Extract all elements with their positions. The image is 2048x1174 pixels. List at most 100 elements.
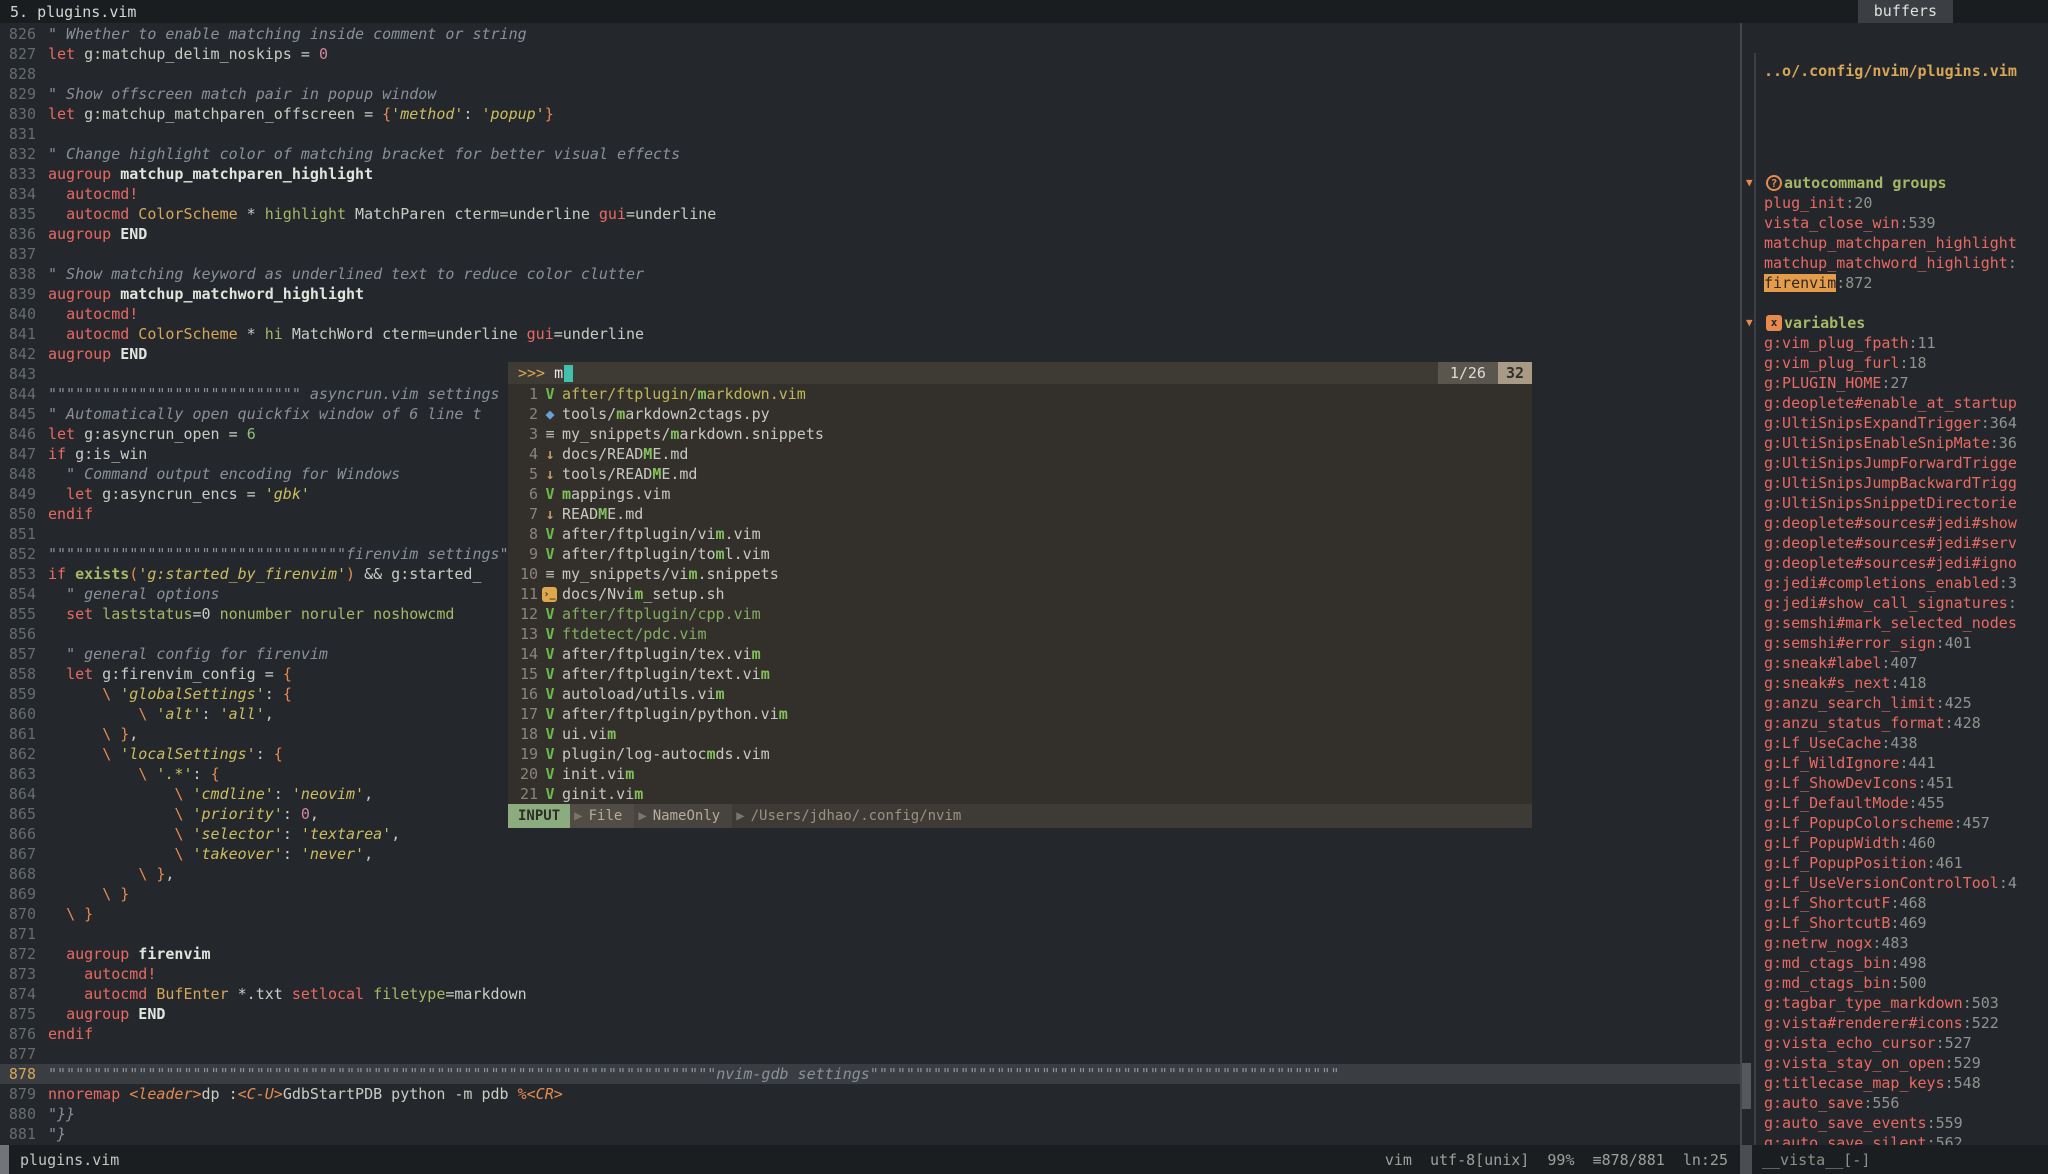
code-line[interactable]: 836augroup END bbox=[0, 224, 1740, 244]
tab-current-buffer[interactable]: 5. plugins.vim bbox=[0, 3, 1858, 21]
vista-item[interactable]: g:Lf_UseCache:438 bbox=[1764, 733, 2048, 753]
vista-item[interactable]: g:Lf_PopupWidth:460 bbox=[1764, 833, 2048, 853]
vista-item[interactable]: g:md_ctags_bin:498 bbox=[1764, 953, 2048, 973]
search-input[interactable]: m bbox=[545, 364, 563, 382]
vista-item[interactable]: g:UltiSnipsJumpBackwardTrigg bbox=[1764, 473, 2048, 493]
vista-sidebar[interactable]: ..o/.config/nvim/plugins.vim ▼?autocomma… bbox=[1740, 23, 2048, 1145]
vista-item[interactable]: g:vim_plug_furl:18 bbox=[1764, 353, 2048, 373]
vista-item[interactable]: g:UltiSnipsJumpForwardTrigge bbox=[1764, 453, 2048, 473]
vista-item[interactable]: g:deoplete#sources#jedi#serv bbox=[1764, 533, 2048, 553]
code-line[interactable]: 870 \ } bbox=[0, 904, 1740, 924]
vista-item[interactable]: g:vim_plug_fpath:11 bbox=[1764, 333, 2048, 353]
popup-file-row[interactable]: 11›_docs/Nvim_setup.sh bbox=[508, 584, 1532, 604]
popup-file-row[interactable]: 13Vftdetect/pdc.vim bbox=[508, 624, 1532, 644]
popup-file-row[interactable]: 14Vafter/ftplugin/tex.vim bbox=[508, 644, 1532, 664]
popup-file-row[interactable]: 3≡my_snippets/markdown.snippets bbox=[508, 424, 1532, 444]
code-line[interactable]: 837 bbox=[0, 244, 1740, 264]
popup-file-row[interactable]: 4↓docs/README.md bbox=[508, 444, 1532, 464]
popup-file-row[interactable]: 17Vafter/ftplugin/python.vim bbox=[508, 704, 1532, 724]
code-line[interactable]: 830let g:matchup_matchparen_offscreen = … bbox=[0, 104, 1740, 124]
popup-search-bar[interactable]: >>> m 1/26 32 bbox=[508, 362, 1532, 384]
vista-item[interactable]: g:netrw_nogx:483 bbox=[1764, 933, 2048, 953]
code-line[interactable]: 869 \ } bbox=[0, 884, 1740, 904]
popup-file-row[interactable]: 9Vafter/ftplugin/toml.vim bbox=[508, 544, 1532, 564]
code-line[interactable]: 839augroup matchup_matchword_highlight bbox=[0, 284, 1740, 304]
vista-item[interactable]: g:anzu_status_format:428 bbox=[1764, 713, 2048, 733]
code-line[interactable]: 881"} bbox=[0, 1124, 1740, 1144]
vista-item[interactable]: g:Lf_WildIgnore:441 bbox=[1764, 753, 2048, 773]
code-line[interactable]: 867 \ 'takeover': 'never', bbox=[0, 844, 1740, 864]
code-line[interactable]: 878"""""""""""""""""""""""""""""""""""""… bbox=[0, 1064, 1740, 1084]
vista-item[interactable]: matchup_matchparen_highlight bbox=[1764, 233, 2048, 253]
popup-file-row[interactable]: 6Vmappings.vim bbox=[508, 484, 1532, 504]
code-line[interactable]: 835 autocmd ColorScheme * highlight Matc… bbox=[0, 204, 1740, 224]
vista-item[interactable]: g:Lf_UseVersionControlTool:4 bbox=[1764, 873, 2048, 893]
vista-item[interactable]: g:deoplete#enable_at_startup bbox=[1764, 393, 2048, 413]
vista-item[interactable]: g:deoplete#sources#jedi#igno bbox=[1764, 553, 2048, 573]
vista-item[interactable]: g:UltiSnipsEnableSnipMate:36 bbox=[1764, 433, 2048, 453]
code-line[interactable]: 826" Whether to enable matching inside c… bbox=[0, 24, 1740, 44]
vista-item[interactable]: plug_init:20 bbox=[1764, 193, 2048, 213]
code-line[interactable]: 877 bbox=[0, 1044, 1740, 1064]
code-line[interactable]: 873 autocmd! bbox=[0, 964, 1740, 984]
vista-item[interactable]: g:PLUGIN_HOME:27 bbox=[1764, 373, 2048, 393]
tab-buffers[interactable]: buffers bbox=[1858, 0, 1953, 23]
code-line[interactable]: 841 autocmd ColorScheme * hi MatchWord c… bbox=[0, 324, 1740, 344]
vista-item[interactable]: g:UltiSnipsExpandTrigger:364 bbox=[1764, 413, 2048, 433]
popup-file-row[interactable]: 21Vginit.vim bbox=[508, 784, 1532, 804]
code-line[interactable]: 831 bbox=[0, 124, 1740, 144]
vista-item[interactable]: g:auto_save_events:559 bbox=[1764, 1113, 2048, 1133]
popup-file-row[interactable]: 8Vafter/ftplugin/vim.vim bbox=[508, 524, 1532, 544]
vista-item[interactable]: g:md_ctags_bin:500 bbox=[1764, 973, 2048, 993]
vista-item[interactable]: g:vista_stay_on_open:529 bbox=[1764, 1053, 2048, 1073]
popup-file-row[interactable]: 20Vinit.vim bbox=[508, 764, 1532, 784]
popup-file-row[interactable]: 10≡my_snippets/vim.snippets bbox=[508, 564, 1532, 584]
vista-item[interactable]: g:Lf_DefaultMode:455 bbox=[1764, 793, 2048, 813]
vista-item[interactable]: g:Lf_ShortcutB:469 bbox=[1764, 913, 2048, 933]
vista-item[interactable]: g:sneak#s_next:418 bbox=[1764, 673, 2048, 693]
vista-item[interactable]: g:sneak#label:407 bbox=[1764, 653, 2048, 673]
code-line[interactable]: 879nnoremap <leader>dp :<C-U>GdbStartPDB… bbox=[0, 1084, 1740, 1104]
code-line[interactable]: 875 augroup END bbox=[0, 1004, 1740, 1024]
code-line[interactable]: 833augroup matchup_matchparen_highlight bbox=[0, 164, 1740, 184]
collapse-arrow-icon[interactable]: ▼ bbox=[1746, 173, 1766, 193]
popup-file-row[interactable]: 2◆tools/markdown2ctags.py bbox=[508, 404, 1532, 424]
vista-item[interactable]: g:Lf_PopupColorscheme:457 bbox=[1764, 813, 2048, 833]
code-line[interactable]: 832" Change highlight color of matching … bbox=[0, 144, 1740, 164]
vista-item[interactable]: matchup_matchword_highlight: bbox=[1764, 253, 2048, 273]
vista-item[interactable]: g:semshi#error_sign:401 bbox=[1764, 633, 2048, 653]
vista-item[interactable]: g:jedi#completions_enabled:3 bbox=[1764, 573, 2048, 593]
vista-item[interactable]: g:jedi#show_call_signatures: bbox=[1764, 593, 2048, 613]
code-line[interactable]: 872 augroup firenvim bbox=[0, 944, 1740, 964]
code-line[interactable]: 868 \ }, bbox=[0, 864, 1740, 884]
code-line[interactable]: 874 autocmd BufEnter *.txt setlocal file… bbox=[0, 984, 1740, 1004]
vista-item[interactable]: g:vista#renderer#icons:522 bbox=[1764, 1013, 2048, 1033]
vista-section-variables[interactable]: ▼xvariables bbox=[1764, 313, 2048, 333]
popup-file-row[interactable]: 1Vafter/ftplugin/markdown.vim bbox=[508, 384, 1532, 404]
popup-file-row[interactable]: 18Vui.vim bbox=[508, 724, 1532, 744]
code-line[interactable]: 842augroup END bbox=[0, 344, 1740, 364]
popup-file-row[interactable]: 16Vautoload/utils.vim bbox=[508, 684, 1532, 704]
vista-item[interactable]: g:vista_echo_cursor:527 bbox=[1764, 1033, 2048, 1053]
code-line[interactable]: 880"}} bbox=[0, 1104, 1740, 1124]
code-line[interactable]: 829" Show offscreen match pair in popup … bbox=[0, 84, 1740, 104]
vista-item[interactable]: g:UltiSnipsSnippetDirectorie bbox=[1764, 493, 2048, 513]
popup-file-row[interactable]: 15Vafter/ftplugin/text.vim bbox=[508, 664, 1532, 684]
vista-item[interactable]: g:titlecase_map_keys:548 bbox=[1764, 1073, 2048, 1093]
vista-section-autocommand-groups[interactable]: ▼?autocommand groups bbox=[1764, 173, 2048, 193]
code-line[interactable]: 834 autocmd! bbox=[0, 184, 1740, 204]
code-line[interactable]: 828 bbox=[0, 64, 1740, 84]
popup-file-row[interactable]: 7↓README.md bbox=[508, 504, 1532, 524]
leaderf-popup[interactable]: >>> m 1/26 32 1Vafter/ftplugin/markdown.… bbox=[508, 362, 1532, 828]
code-line[interactable]: 871 bbox=[0, 924, 1740, 944]
popup-file-row[interactable]: 5↓tools/README.md bbox=[508, 464, 1532, 484]
vista-item[interactable]: g:tagbar_type_markdown:503 bbox=[1764, 993, 2048, 1013]
vista-item[interactable]: g:auto_save:556 bbox=[1764, 1093, 2048, 1113]
vista-item[interactable]: g:Lf_PopupPosition:461 bbox=[1764, 853, 2048, 873]
vista-item[interactable]: g:auto_save_silent:562 bbox=[1764, 1133, 2048, 1145]
vista-item[interactable]: g:Lf_ShowDevIcons:451 bbox=[1764, 773, 2048, 793]
vista-item[interactable]: g:semshi#mark_selected_nodes bbox=[1764, 613, 2048, 633]
code-line[interactable]: 827let g:matchup_delim_noskips = 0 bbox=[0, 44, 1740, 64]
popup-file-row[interactable]: 12Vafter/ftplugin/cpp.vim bbox=[508, 604, 1532, 624]
code-line[interactable]: 840 autocmd! bbox=[0, 304, 1740, 324]
